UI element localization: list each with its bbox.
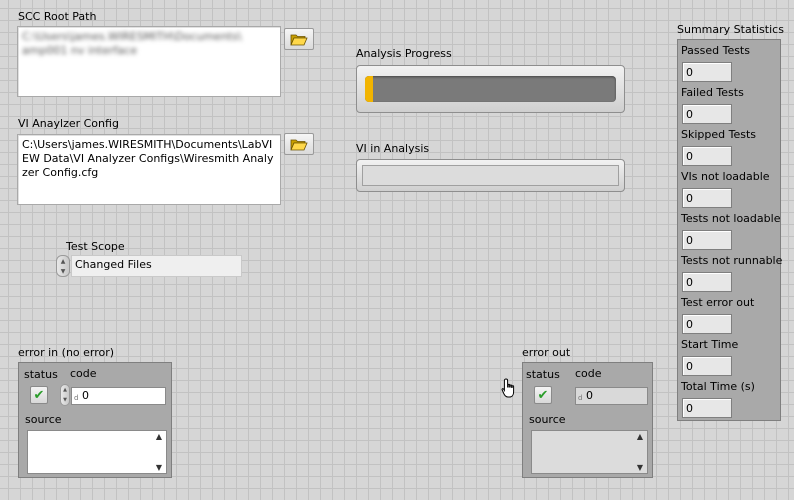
analysis-progress-label: Analysis Progress (356, 47, 452, 60)
vi-analyzer-config-browse-button[interactable] (284, 133, 314, 155)
stat-label: Skipped Tests (681, 128, 757, 141)
test-scope-label: Test Scope (66, 240, 125, 253)
stat-value-passed-tests: 0 (682, 62, 732, 82)
error-in-label: error in (no error) (18, 346, 115, 359)
analysis-progress-track (365, 76, 616, 102)
scc-root-path-browse-button[interactable] (284, 28, 314, 50)
folder-open-icon (290, 34, 308, 45)
error-in-code-stepper[interactable]: ▲ ▼ (60, 384, 70, 406)
scroll-up-icon[interactable]: ▲ (156, 432, 162, 441)
error-in-status-checkbox[interactable]: ✔ (30, 386, 48, 404)
stat-label: Passed Tests (681, 44, 750, 57)
error-out-status-label: status (526, 368, 560, 381)
stat-label: Tests not loadable (681, 212, 781, 225)
scc-root-path-label: SCC Root Path (18, 10, 97, 23)
stat-value-vis-not-loadable: 0 (682, 188, 732, 208)
scroll-down-icon[interactable]: ▼ (637, 463, 643, 472)
error-out-cluster: status code ✔ d 0 source ▲ ▼ (522, 362, 653, 478)
checkmark-icon: ✔ (537, 387, 549, 403)
scroll-down-icon[interactable]: ▼ (156, 463, 162, 472)
summary-statistics-panel: Passed Tests 0 Failed Tests 0 Skipped Te… (677, 39, 783, 421)
stat-label: Start Time (681, 338, 739, 351)
vi-in-analysis-indicator (356, 159, 625, 192)
vi-in-analysis-label: VI in Analysis (356, 142, 430, 155)
stat-label: Tests not runnable (681, 254, 783, 267)
stat-value-start-time: 0 (682, 356, 732, 376)
radix-indicator: d (578, 394, 583, 402)
stat-value-test-error-out: 0 (682, 314, 732, 334)
error-in-cluster: status code ✔ ▲ ▼ d 0 source ▲ ▼ (18, 362, 172, 478)
test-scope-value[interactable]: Changed Files (71, 255, 242, 277)
stat-value-total-time: 0 (682, 398, 732, 418)
stat-label: Failed Tests (681, 86, 744, 99)
error-out-source-label: source (529, 413, 566, 426)
arrow-down-icon[interactable]: ▼ (63, 397, 67, 403)
stat-value-tests-not-loadable: 0 (682, 230, 732, 250)
error-out-code-value: 0 (586, 389, 593, 402)
stat-value-skipped-tests: 0 (682, 146, 732, 166)
error-in-code-value: 0 (82, 389, 89, 402)
vi-in-analysis-value (362, 165, 619, 186)
scroll-up-icon[interactable]: ▲ (637, 432, 643, 441)
hand-pointer-icon (501, 378, 515, 398)
folder-open-icon (290, 139, 308, 150)
checkmark-icon: ✔ (33, 387, 45, 403)
arrow-down-icon[interactable]: ▼ (61, 268, 66, 275)
stat-label: Test error out (681, 296, 755, 309)
stat-label: Total Time (s) (681, 380, 755, 393)
stat-value-tests-not-runnable: 0 (682, 272, 732, 292)
vi-analyzer-config-label: VI Anaylzer Config (18, 117, 119, 130)
error-in-code-field[interactable]: d 0 (71, 387, 166, 405)
error-in-source-label: source (25, 413, 62, 426)
test-scope-increment-arrows[interactable]: ▲ ▼ (56, 255, 70, 277)
vi-analyzer-config-field[interactable]: C:\Users\james.WIRESMITH\Documents\LabVI… (17, 134, 281, 205)
error-out-status-indicator: ✔ (534, 386, 552, 404)
error-out-code-label: code (575, 367, 602, 380)
arrow-up-icon[interactable]: ▲ (63, 387, 67, 393)
analysis-progress-bar (356, 65, 625, 113)
error-out-source-indicator: ▲ ▼ (531, 430, 648, 474)
error-in-status-label: status (24, 368, 58, 381)
stat-value-failed-tests: 0 (682, 104, 732, 124)
scc-root-path-value: C:\Users\james.WIRESMITH\Documents\ amp0… (22, 30, 242, 57)
arrow-up-icon[interactable]: ▲ (61, 258, 66, 265)
test-scope-ring[interactable]: ▲ ▼ Changed Files (56, 255, 242, 277)
stat-label: VIs not loadable (681, 170, 770, 183)
summary-statistics-title: Summary Statistics (677, 23, 784, 36)
scc-root-path-field[interactable]: C:\Users\james.WIRESMITH\Documents\ amp0… (17, 26, 281, 97)
error-in-code-label: code (70, 367, 97, 380)
error-out-code-indicator: d 0 (575, 387, 648, 405)
error-in-source-field[interactable]: ▲ ▼ (27, 430, 167, 474)
vi-analyzer-config-value: C:\Users\james.WIRESMITH\Documents\LabVI… (22, 138, 274, 179)
error-out-source-scrollbar[interactable]: ▲ ▼ (634, 432, 646, 472)
error-in-source-scrollbar[interactable]: ▲ ▼ (153, 432, 165, 472)
analysis-progress-fill (365, 76, 373, 102)
error-out-label: error out (522, 346, 571, 359)
radix-indicator: d (74, 394, 79, 402)
